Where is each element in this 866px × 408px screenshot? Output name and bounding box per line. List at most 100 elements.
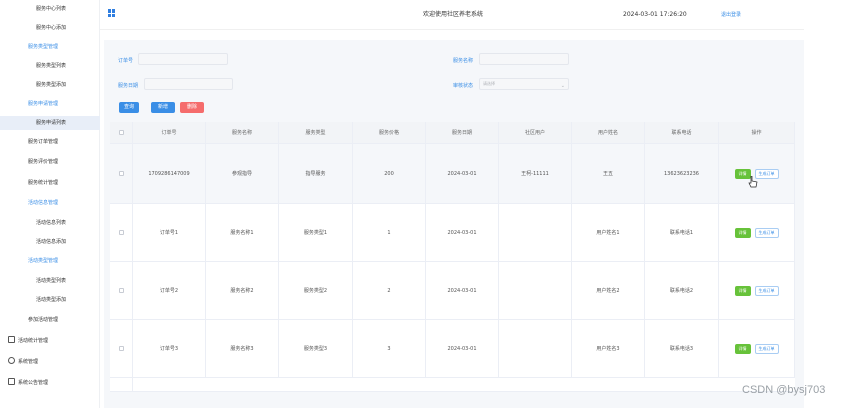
sidebar-item-service-order[interactable]: 服务订单管理 xyxy=(0,135,100,149)
service-date-cell: 2024-03-01 xyxy=(426,144,499,203)
generate-order-button[interactable]: 生成订单 xyxy=(754,343,779,354)
table-row[interactable] xyxy=(110,378,795,392)
action-cell: 详情 生成订单 xyxy=(719,320,795,377)
service-name-cell: 服务名称2 xyxy=(206,262,279,319)
document-icon xyxy=(8,336,15,343)
sidebar: 服务中心列表 服务中心添加 服务类型管理 服务类型列表 服务类型添加 服务申请管… xyxy=(0,0,100,408)
table-row[interactable]: 订单号2 服务名称2 服务类型2 2 2024-03-01 用户姓名2 联系电话… xyxy=(110,262,795,320)
sidebar-group-activity-type[interactable]: 活动类型管理 xyxy=(0,254,100,268)
sidebar-item-activity-type-add[interactable]: 活动类型添加 xyxy=(0,293,100,307)
detail-button[interactable]: 详情 xyxy=(734,285,751,296)
detail-button[interactable]: 详情 xyxy=(734,343,751,354)
detail-button[interactable]: 详情 xyxy=(734,227,751,238)
action-cell: 详情 生成订单 xyxy=(719,144,795,203)
sidebar-item-service-review[interactable]: 服务评价管理 xyxy=(0,155,100,169)
column-header: 订单号 xyxy=(133,122,206,143)
user-name-cell: 用户姓名1 xyxy=(572,204,645,261)
user-name-cell: 用户姓名3 xyxy=(572,320,645,377)
row-select-cell[interactable] xyxy=(110,204,133,261)
table-row[interactable]: 订单号3 服务名称3 服务类型3 3 2024-03-01 用户姓名3 联系电话… xyxy=(110,320,795,378)
menu-grid-icon[interactable] xyxy=(108,9,116,17)
sidebar-item-activity-type-list[interactable]: 活动类型列表 xyxy=(0,274,100,288)
phone-cell: 联系电话1 xyxy=(645,204,719,261)
service-name-cell: 服务名称1 xyxy=(206,204,279,261)
column-header: 服务价格 xyxy=(353,122,426,143)
sidebar-item-service-stats[interactable]: 服务统计管理 xyxy=(0,176,100,190)
sidebar-item-label: 活动统计管理 xyxy=(18,338,49,344)
sidebar-item-label: 系统公告管理 xyxy=(18,380,49,386)
sidebar-item-activity-info-list[interactable]: 活动信息列表 xyxy=(0,216,100,230)
sidebar-item-service-apply-list[interactable]: 服务申请列表 xyxy=(0,116,100,130)
service-price-cell: 3 xyxy=(353,320,426,377)
community-user-cell xyxy=(499,320,572,377)
phone-cell: 联系电话3 xyxy=(645,320,719,377)
select-all-checkbox[interactable] xyxy=(118,130,124,135)
table-row[interactable]: 1709286147009 参观指导 指导服务 200 2024-03-01 王… xyxy=(110,144,795,204)
app-root: 服务中心列表 服务中心添加 服务类型管理 服务类型列表 服务类型添加 服务申请管… xyxy=(0,0,866,408)
sidebar-group-service-apply[interactable]: 服务申请管理 xyxy=(0,97,100,111)
table-header-row: 订单号 服务名称 服务类型 服务价格 服务日期 社区用户 用户姓名 联系电话 操… xyxy=(110,122,795,144)
chevron-down-icon: ⌄ xyxy=(560,83,565,89)
delete-button[interactable]: 删除 xyxy=(180,102,204,113)
column-header: 操作 xyxy=(719,122,795,143)
order-no-cell: 订单号2 xyxy=(133,262,206,319)
service-type-cell: 服务类型3 xyxy=(279,320,353,377)
monitor-icon xyxy=(8,378,15,385)
sidebar-item-activity-info-add[interactable]: 活动信息添加 xyxy=(0,235,100,249)
query-button[interactable]: 查询 xyxy=(119,102,139,113)
service-date-input[interactable] xyxy=(144,78,233,90)
sidebar-item-service-center-add[interactable]: 服务中心添加 xyxy=(0,21,100,35)
service-name-cell: 参观指导 xyxy=(206,144,279,203)
sidebar-item-service-center-list[interactable]: 服务中心列表 xyxy=(0,2,100,16)
row-select-cell[interactable] xyxy=(110,262,133,319)
generate-order-button[interactable]: 生成订单 xyxy=(754,285,779,296)
row-checkbox[interactable] xyxy=(118,346,124,351)
review-status-placeholder: 请选择 xyxy=(483,81,495,86)
order-no-cell: 1709286147009 xyxy=(133,144,206,203)
logout-link[interactable]: 退出登录 xyxy=(721,11,741,18)
review-status-select[interactable]: 请选择 ⌄ xyxy=(479,78,569,90)
order-no-cell: 订单号3 xyxy=(133,320,206,377)
select-all-cell[interactable] xyxy=(110,122,133,143)
service-date-label: 服务日期 xyxy=(118,83,139,89)
gear-icon xyxy=(8,357,15,364)
row-checkbox[interactable] xyxy=(118,171,124,176)
service-price-cell: 1 xyxy=(353,204,426,261)
generate-order-button[interactable]: 生成订单 xyxy=(754,227,779,238)
order-no-label: 订单号 xyxy=(118,58,134,64)
generate-order-button[interactable]: 生成订单 xyxy=(754,168,779,179)
service-type-cell: 服务类型1 xyxy=(279,204,353,261)
column-header: 服务日期 xyxy=(426,122,499,143)
action-cell: 详情 生成订单 xyxy=(719,262,795,319)
column-header: 服务名称 xyxy=(206,122,279,143)
sidebar-item-announcement[interactable]: 系统公告管理 xyxy=(0,376,100,390)
column-header: 服务类型 xyxy=(279,122,353,143)
action-cell: 详情 生成订单 xyxy=(719,204,795,261)
watermark-text: CSDN @bysj703 xyxy=(742,384,826,396)
sidebar-group-service-type[interactable]: 服务类型管理 xyxy=(0,40,100,54)
table-row[interactable]: 订单号1 服务名称1 服务类型1 1 2024-03-01 用户姓名1 联系电话… xyxy=(110,204,795,262)
mouse-pointer-icon xyxy=(748,176,758,188)
order-no-input[interactable] xyxy=(138,53,228,65)
service-date-cell: 2024-03-01 xyxy=(426,204,499,261)
order-no-cell: 订单号1 xyxy=(133,204,206,261)
sidebar-item-join-activity[interactable]: 参加活动管理 xyxy=(0,313,100,327)
sidebar-item-activity-stats[interactable]: 活动统计管理 xyxy=(0,334,100,348)
column-header: 联系电话 xyxy=(645,122,719,143)
row-select-cell[interactable] xyxy=(110,320,133,377)
user-name-cell: 用户姓名2 xyxy=(572,262,645,319)
sidebar-item-system[interactable]: 系统管理 xyxy=(0,355,100,369)
community-user-cell xyxy=(499,262,572,319)
add-button[interactable]: 新增 xyxy=(151,102,175,113)
sidebar-item-service-type-list[interactable]: 服务类型列表 xyxy=(0,59,100,73)
row-checkbox[interactable] xyxy=(118,288,124,293)
row-select-cell xyxy=(110,378,133,391)
top-header: 欢迎使用社区养老系统 2024-03-01 17:26:20 退出登录 xyxy=(100,0,804,30)
row-select-cell[interactable] xyxy=(110,144,133,203)
sidebar-item-service-type-add[interactable]: 服务类型添加 xyxy=(0,78,100,92)
datetime-display: 2024-03-01 17:26:20 xyxy=(623,11,687,18)
sidebar-group-activity-info[interactable]: 活动信息管理 xyxy=(0,196,100,210)
phone-cell: 联系电话2 xyxy=(645,262,719,319)
row-checkbox[interactable] xyxy=(118,230,124,235)
service-name-input[interactable] xyxy=(479,53,569,65)
